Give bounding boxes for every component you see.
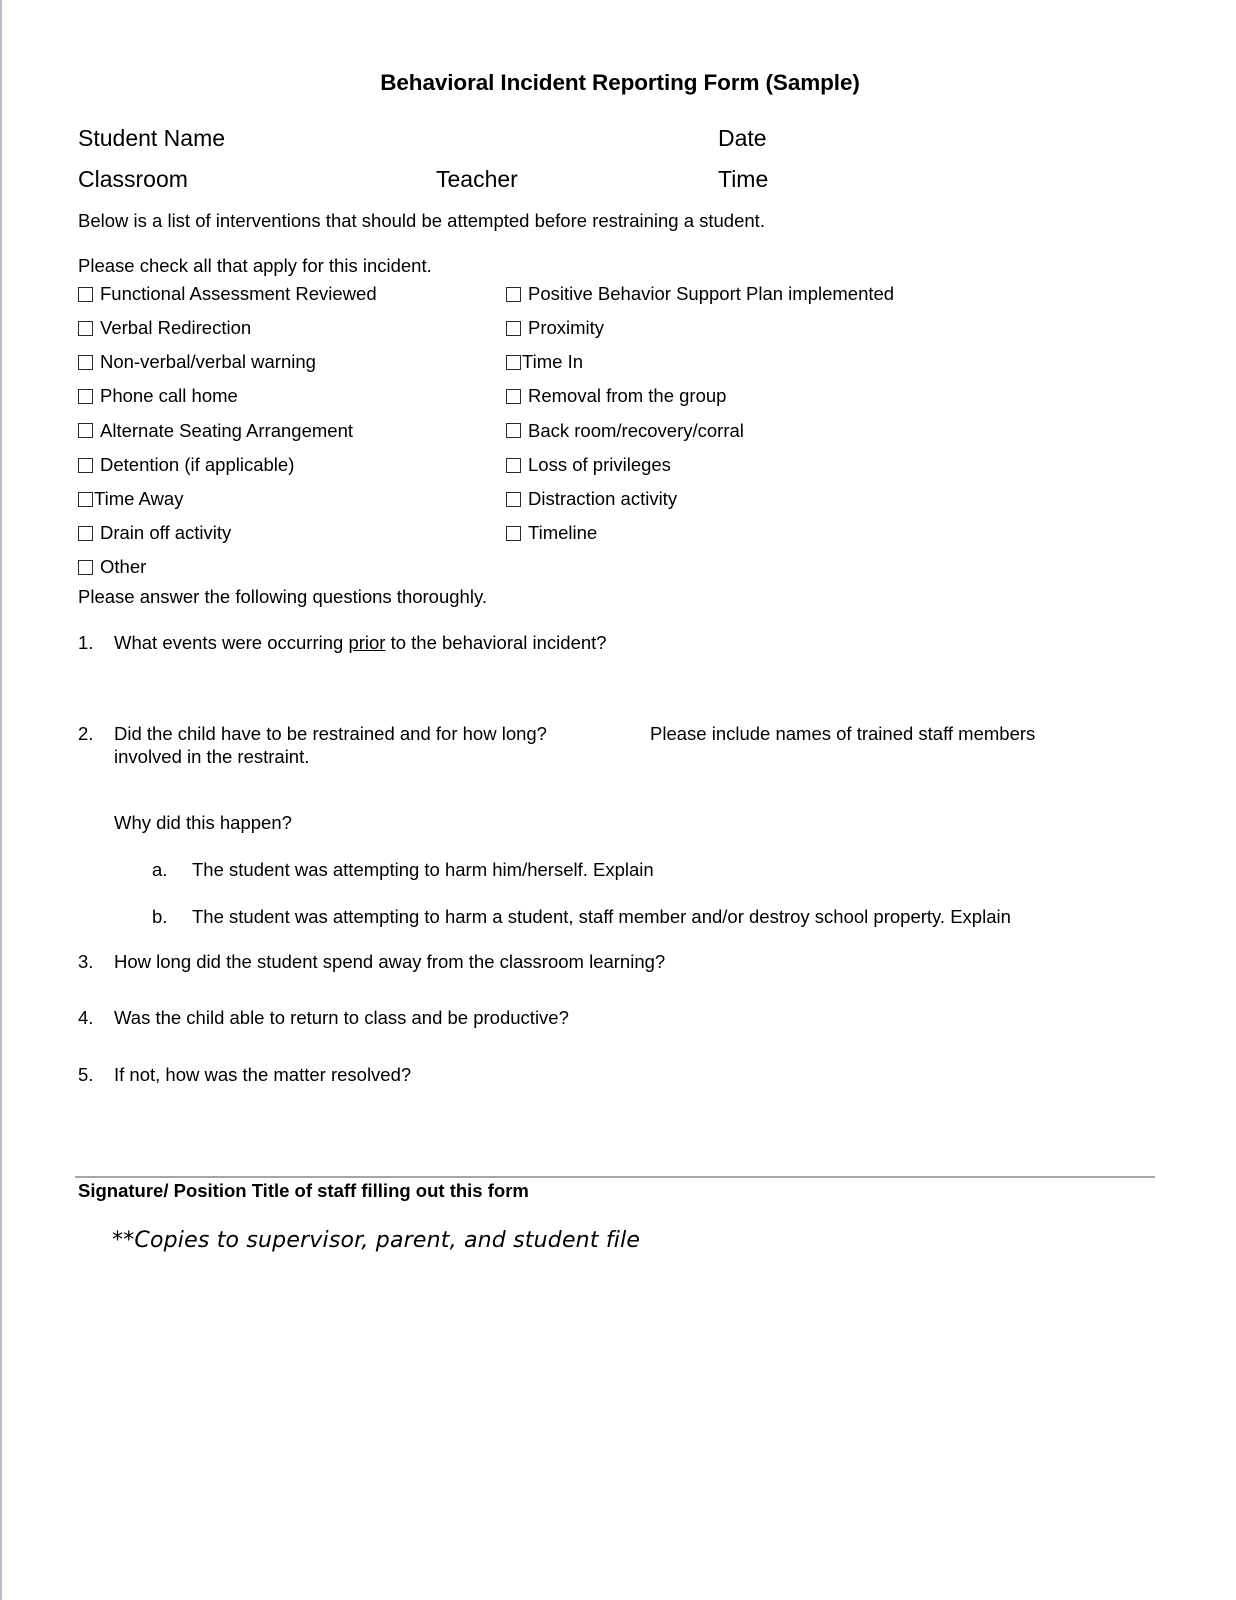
question-4-number: 4. bbox=[78, 1007, 94, 1028]
header-field-row-student: Student Name Date bbox=[78, 125, 1158, 155]
checkbox-icon[interactable] bbox=[78, 457, 93, 473]
checklist-item[interactable]: Proximity bbox=[506, 311, 894, 345]
checkbox-icon[interactable] bbox=[78, 525, 93, 541]
interventions-note: Below is a list of interventions that sh… bbox=[78, 210, 765, 231]
checkbox-icon[interactable] bbox=[78, 389, 93, 405]
checklist-item-label: Alternate Seating Arrangement bbox=[100, 419, 353, 441]
question-1-text-after: to the behavioral incident? bbox=[385, 632, 607, 653]
sub-item-b-letter: b. bbox=[152, 906, 168, 927]
checklist-column-left: Functional Assessment Reviewed Verbal Red… bbox=[78, 277, 377, 585]
question-2-aside-text: Please include names of trained staff me… bbox=[650, 723, 1036, 744]
checkbox-icon[interactable] bbox=[78, 423, 93, 439]
question-2-main-text: Did the child have to be restrained and … bbox=[114, 723, 547, 744]
checklist-item[interactable]: Functional Assessment Reviewed bbox=[78, 277, 377, 311]
question-1-text: What events were occurring prior to the … bbox=[114, 631, 1078, 654]
checklist-item-label: Phone call home bbox=[100, 385, 238, 407]
question-2-second-line: involved in the restraint. bbox=[114, 746, 310, 768]
checklist-item-label: Verbal Redirection bbox=[100, 317, 252, 339]
checkbox-icon[interactable] bbox=[506, 491, 521, 507]
checklist-item-label: Time Away bbox=[94, 487, 184, 509]
field-label-date: Date bbox=[718, 125, 767, 151]
checklist-item-label: Other bbox=[100, 556, 147, 578]
checklist-item[interactable]: Distraction activity bbox=[506, 482, 894, 516]
checklist-item-label: Loss of privileges bbox=[528, 453, 671, 475]
question-2-text: Did the child have to be restrained and … bbox=[114, 722, 1078, 768]
checklist-item[interactable]: Time In bbox=[506, 345, 894, 379]
document-page: Behavioral Incident Reporting Form (Samp… bbox=[0, 0, 1236, 1600]
checklist-item-label: Positive Behavior Support Plan implement… bbox=[528, 282, 895, 304]
checkbox-icon[interactable] bbox=[506, 286, 521, 302]
sub-item-a-text: The student was attempting to harm him/h… bbox=[192, 859, 654, 880]
checkbox-icon[interactable] bbox=[78, 286, 93, 302]
checkbox-icon[interactable] bbox=[78, 320, 93, 336]
field-label-time: Time bbox=[718, 166, 769, 192]
checklist-item[interactable]: Positive Behavior Support Plan implement… bbox=[506, 277, 894, 311]
checkbox-icon[interactable] bbox=[506, 525, 521, 541]
field-label-student-name: Student Name bbox=[78, 125, 226, 151]
checkbox-icon[interactable] bbox=[506, 354, 521, 370]
checkbox-icon[interactable] bbox=[78, 491, 93, 507]
checklist-item[interactable]: Drain off activity bbox=[78, 516, 377, 550]
checkbox-icon[interactable] bbox=[78, 560, 93, 576]
checklist-item[interactable]: Detention (if applicable) bbox=[78, 448, 377, 482]
checklist-item[interactable]: Removal from the group bbox=[506, 380, 894, 414]
question-4: 4. Was the child able to return to class… bbox=[78, 1006, 1078, 1029]
header-field-row-classroom: Classroom Teacher Time bbox=[78, 166, 1158, 196]
question-3-number: 3. bbox=[78, 951, 94, 972]
field-label-teacher: Teacher bbox=[436, 166, 518, 192]
checklist-item-label: Detention (if applicable) bbox=[100, 453, 295, 475]
checklist-column-right: Positive Behavior Support Plan implement… bbox=[506, 277, 894, 551]
checkbox-icon[interactable] bbox=[506, 457, 521, 473]
question-3-text: How long did the student spend away from… bbox=[114, 951, 666, 972]
signature-label: Signature/ Position Title of staff filli… bbox=[78, 1180, 529, 1201]
why-did-this-happen-heading: Why did this happen? bbox=[114, 812, 292, 833]
sub-item-b-text: The student was attempting to harm a stu… bbox=[192, 906, 1011, 927]
checklist-item-label: Non-verbal/verbal warning bbox=[100, 351, 316, 373]
checklist-item-label: Removal from the group bbox=[528, 385, 727, 407]
checklist-item-label: Back room/recovery/corral bbox=[528, 419, 744, 441]
question-3: 3. How long did the student spend away f… bbox=[78, 950, 1078, 973]
checklist-item[interactable]: Phone call home bbox=[78, 380, 377, 414]
question-1: 1. What events were occurring prior to t… bbox=[78, 631, 1078, 654]
question-5-number: 5. bbox=[78, 1064, 94, 1085]
question-5-text: If not, how was the matter resolved? bbox=[114, 1064, 412, 1085]
copies-note: **Copies to supervisor, parent, and stud… bbox=[112, 1228, 641, 1253]
checklist-item[interactable]: Timeline bbox=[506, 516, 894, 550]
sub-item-a-letter: a. bbox=[152, 859, 168, 880]
question-2-sub-item-b: b. The student was attempting to harm a … bbox=[114, 906, 1114, 928]
checklist-item-label: Time In bbox=[522, 351, 583, 373]
checklist-item[interactable]: Back room/recovery/corral bbox=[506, 414, 894, 448]
checkbox-icon[interactable] bbox=[506, 423, 521, 439]
checklist-item[interactable]: Non-verbal/verbal warning bbox=[78, 345, 377, 379]
checkbox-icon[interactable] bbox=[78, 354, 93, 370]
checklist-item-label: Functional Assessment Reviewed bbox=[100, 282, 377, 304]
checklist-item[interactable]: Time Away bbox=[78, 482, 377, 516]
checklist-item-label: Drain off activity bbox=[100, 522, 232, 544]
question-4-text: Was the child able to return to class an… bbox=[114, 1007, 569, 1028]
question-5: 5. If not, how was the matter resolved? bbox=[78, 1063, 1078, 1086]
questions-instruction: Please answer the following questions th… bbox=[78, 586, 487, 607]
checkbox-icon[interactable] bbox=[506, 389, 521, 405]
checkbox-icon[interactable] bbox=[506, 320, 521, 336]
page-title: Behavioral Incident Reporting Form (Samp… bbox=[380, 70, 860, 95]
question-1-number: 1. bbox=[78, 632, 94, 653]
question-2-number: 2. bbox=[78, 723, 94, 744]
question-1-text-before: What events were occurring bbox=[114, 632, 349, 653]
question-2-why-block: Why did this happen? a. The student was … bbox=[114, 812, 1114, 928]
question-1-underlined-word: prior bbox=[348, 632, 386, 653]
checklist-item[interactable]: Other bbox=[78, 551, 377, 585]
checklist-item-label: Timeline bbox=[528, 522, 598, 544]
checklist-item[interactable]: Loss of privileges bbox=[506, 448, 894, 482]
footer-divider bbox=[75, 1176, 1155, 1178]
question-2: 2. Did the child have to be restrained a… bbox=[78, 722, 1078, 768]
checklist-item[interactable]: Alternate Seating Arrangement bbox=[78, 414, 377, 448]
check-all-instruction: Please check all that apply for this inc… bbox=[78, 255, 432, 276]
checklist-item[interactable]: Verbal Redirection bbox=[78, 311, 377, 345]
checklist-item-label: Distraction activity bbox=[528, 487, 678, 509]
question-2-sub-item-a: a. The student was attempting to harm hi… bbox=[114, 859, 1114, 881]
checklist-item-label: Proximity bbox=[528, 317, 605, 339]
field-label-classroom: Classroom bbox=[78, 166, 188, 192]
